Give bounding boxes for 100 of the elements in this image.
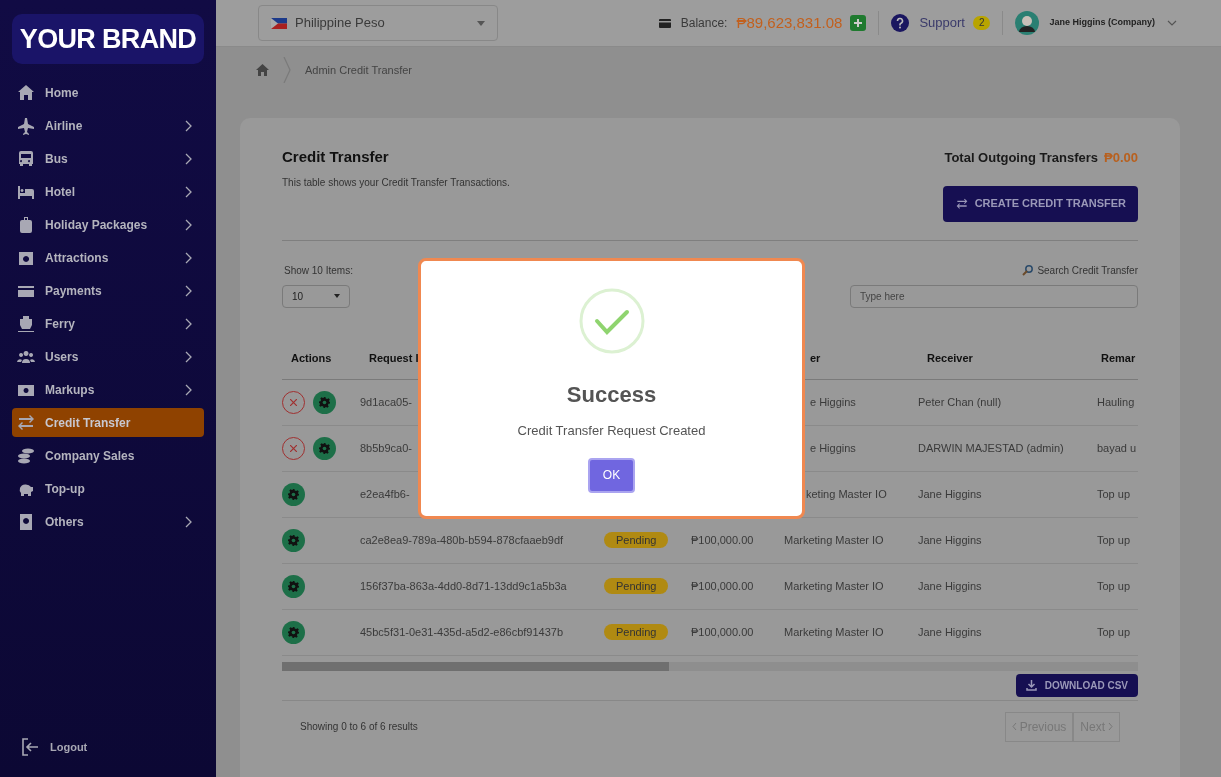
passport-icon	[17, 512, 35, 531]
settings-button[interactable]	[282, 528, 305, 552]
sidebar-item[interactable]: Home	[12, 78, 204, 107]
column-header: Remar	[1101, 351, 1136, 364]
table-cell: Jane Higgins	[918, 487, 982, 500]
page-size-label: Show 10 Items:	[283, 263, 353, 278]
exchange-icon	[954, 197, 969, 210]
table-cell: e Higgins	[810, 395, 856, 408]
settings-button[interactable]	[313, 390, 336, 414]
success-check-icon	[578, 288, 645, 354]
sidebar-item[interactable]: Ferry	[12, 309, 204, 338]
status-badge: Pending	[604, 577, 669, 594]
exchange-icon	[17, 413, 35, 432]
search-label: Search Credit Transfer	[1037, 263, 1138, 278]
horizontal-scrollbar[interactable]	[282, 661, 1138, 671]
table-cell: e Higgins	[810, 441, 856, 454]
ok-button[interactable]: OK	[588, 457, 635, 493]
coins-icon	[17, 446, 35, 465]
table-cell: DARWIN MAJESTAD (admin)	[918, 441, 1064, 454]
table-cell: Hauling	[1097, 395, 1135, 408]
table-cell: 45bc5f31-0e31-435d-a5d2-e86cbf91437b	[360, 625, 564, 638]
suitcase-icon	[17, 215, 35, 234]
currency-select[interactable]: Philippine Peso	[258, 5, 498, 41]
help-icon[interactable]	[891, 14, 910, 32]
table-cell: Marketing Master IO	[784, 625, 884, 638]
page-size-select[interactable]: 10	[282, 284, 350, 308]
dialog-message: Credit Transfer Request Created	[517, 422, 706, 440]
sidebar-item[interactable]: Attractions	[12, 243, 204, 272]
logout-icon[interactable]	[20, 737, 40, 757]
sidebar-item[interactable]: Markups	[12, 375, 204, 404]
table-cell: Marketing Master IO	[784, 579, 884, 592]
sidebar-item[interactable]: Bus	[12, 144, 204, 173]
table-cell: ₱100,000.00	[691, 533, 754, 546]
chevron-right-icon	[185, 284, 192, 297]
column-header: er	[810, 351, 821, 364]
settings-button[interactable]	[282, 574, 305, 598]
card-subtitle: This table shows your Credit Transfer Transactions.	[282, 175, 510, 190]
balance-amount: ₱89,623,831.08	[736, 12, 843, 33]
balance-label: Balance:	[680, 15, 728, 32]
add-balance-button[interactable]	[850, 15, 867, 31]
bus-icon	[17, 149, 35, 168]
chevron-right-icon	[185, 152, 192, 165]
download-csv-button[interactable]: DOWNLOAD CSV	[1015, 673, 1138, 697]
settings-icon	[288, 626, 299, 638]
table-cell: Peter Chan (null)	[918, 395, 1002, 408]
status-badge: Pending	[604, 531, 669, 548]
status-badge: Pending	[604, 623, 669, 640]
column-header: Receiver	[927, 351, 973, 364]
search-icon	[1022, 264, 1034, 276]
sidebar-item[interactable]: Users	[12, 342, 204, 371]
column-header: Request I	[369, 351, 419, 364]
search-field[interactable]: Type here	[850, 284, 1138, 308]
results-summary: Showing 0 to 6 of 6 results	[300, 720, 418, 734]
sidebar-item[interactable]: Hotel	[12, 177, 204, 206]
sidebar-item[interactable]: Credit Transfer	[12, 408, 204, 437]
support-link[interactable]: Support	[919, 13, 965, 33]
table-cell: ₱100,000.00	[691, 625, 754, 638]
download-icon	[1025, 679, 1037, 691]
table-cell: 8b5b9ca0-	[360, 441, 412, 454]
sidebar-item[interactable]: Payments	[12, 276, 204, 305]
table-cell: e2ea4fb6-	[360, 487, 410, 500]
settings-icon	[319, 396, 330, 408]
total-amount: ₱0.00	[1104, 149, 1138, 167]
sidebar-item[interactable]: Top-up	[12, 474, 204, 503]
settings-icon	[288, 488, 299, 500]
avatar[interactable]	[1015, 11, 1040, 35]
close-icon	[290, 398, 297, 406]
chevron-right-icon	[185, 317, 192, 330]
home-icon[interactable]	[256, 64, 269, 76]
column-header: Actions	[291, 351, 332, 364]
table-cell: 9d1aca05-	[360, 395, 412, 408]
table-cell: bayad u	[1097, 441, 1137, 454]
table-cell: Top up	[1097, 533, 1131, 546]
breadcrumb-item: Admin Credit Transfer	[305, 62, 412, 78]
settings-button[interactable]	[282, 482, 305, 506]
settings-icon	[319, 442, 330, 454]
sidebar-item[interactable]: Holiday Packages	[12, 210, 204, 239]
wallet-icon	[658, 18, 671, 28]
card-title: Credit Transfer	[282, 147, 390, 167]
chevron-right-icon	[185, 119, 192, 132]
table-cell: Top up	[1097, 487, 1131, 500]
table-cell: Jane Higgins	[918, 579, 982, 592]
user-name[interactable]: Jane Higgins (Company)	[1049, 16, 1155, 30]
caret-icon	[334, 294, 340, 298]
plus-icon	[853, 18, 864, 28]
dialog-title: Success	[566, 381, 657, 409]
table-cell: keting Master IO	[806, 487, 887, 500]
chevron-right-icon	[185, 251, 192, 264]
logout-link[interactable]: Logout	[50, 738, 88, 756]
brand-logo[interactable]: YOUR BRAND	[12, 14, 204, 64]
table-cell: 156f37ba-863a-4dd0-8d71-13dd9c1a5b3a	[360, 579, 567, 592]
ship-icon	[17, 314, 35, 333]
chevron-left-icon	[1011, 722, 1017, 731]
create-transfer-button[interactable]: CREATE CREDIT TRANSFER	[942, 185, 1138, 222]
sidebar-item[interactable]: Company Sales	[12, 441, 204, 470]
settings-button[interactable]	[282, 620, 305, 644]
settings-button[interactable]	[313, 436, 336, 460]
sidebar-item[interactable]: Airline	[12, 111, 204, 140]
sidebar-item[interactable]: Others	[12, 507, 204, 536]
chevron-down-icon[interactable]	[1167, 20, 1177, 26]
